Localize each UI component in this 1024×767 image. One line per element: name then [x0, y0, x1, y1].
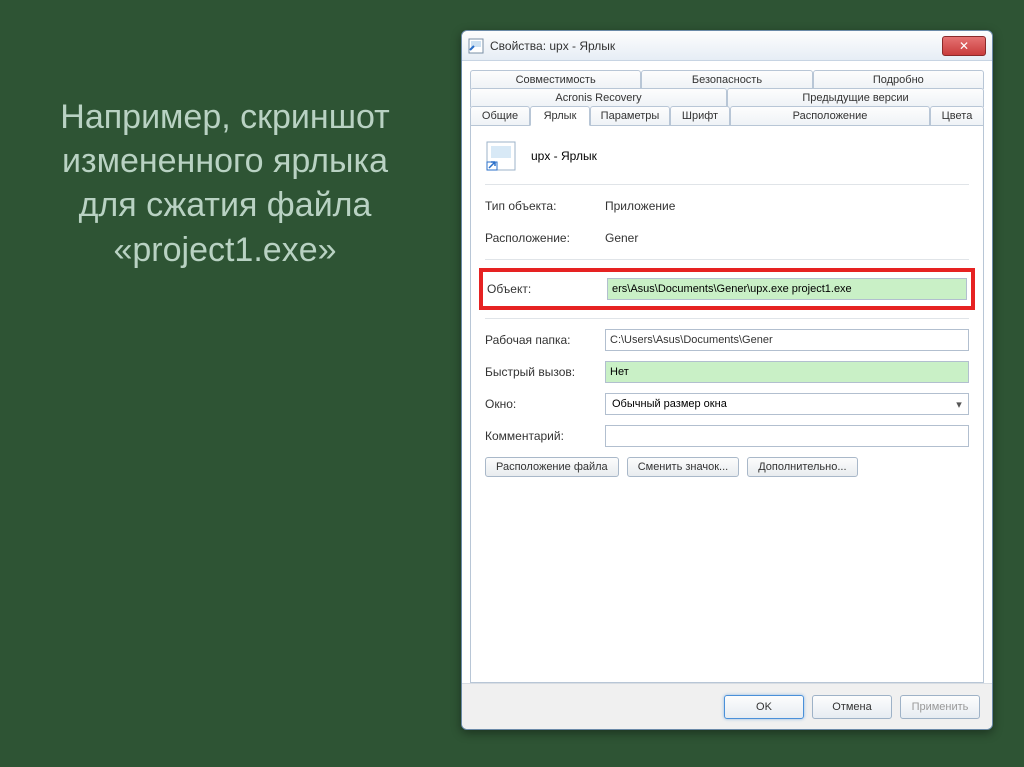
divider: [485, 259, 969, 260]
divider: [485, 184, 969, 185]
comment-label: Комментарий:: [485, 429, 605, 443]
tab-layout[interactable]: Расположение: [730, 106, 930, 126]
tab-details[interactable]: Подробно: [813, 70, 984, 89]
tab-compatibility[interactable]: Совместимость: [470, 70, 641, 89]
window-select-value: Обычный размер окна: [612, 398, 727, 410]
chevron-down-icon: ▾: [954, 399, 964, 409]
apply-button[interactable]: Применить: [900, 695, 980, 719]
dialog-footer: OK Отмена Применить: [462, 683, 992, 729]
hotkey-input[interactable]: [605, 361, 969, 383]
cancel-button[interactable]: Отмена: [812, 695, 892, 719]
slide-caption: Например, скриншот измененного ярлыка дл…: [40, 95, 410, 272]
advanced-button[interactable]: Дополнительно...: [747, 457, 857, 477]
type-value: Приложение: [605, 199, 969, 213]
shortcut-panel: upx - Ярлык Тип объекта: Приложение Расп…: [470, 125, 984, 683]
row-comment: Комментарий:: [485, 425, 969, 447]
properties-dialog: Свойства: upx - Ярлык ✕ Совместимость Бе…: [461, 30, 993, 730]
row-type: Тип объекта: Приложение: [485, 195, 969, 217]
tab-options[interactable]: Параметры: [590, 106, 670, 126]
shortcut-name: upx - Ярлык: [531, 149, 597, 163]
tab-security[interactable]: Безопасность: [641, 70, 812, 89]
tab-acronis[interactable]: Acronis Recovery: [470, 88, 727, 107]
open-location-button[interactable]: Расположение файла: [485, 457, 619, 477]
workdir-input[interactable]: [605, 329, 969, 351]
tab-row-1: Совместимость Безопасность Подробно: [470, 69, 984, 87]
tab-colors[interactable]: Цвета: [930, 106, 984, 126]
header-row: upx - Ярлык: [485, 140, 969, 172]
ok-button[interactable]: OK: [724, 695, 804, 719]
window-select[interactable]: Обычный размер окна ▾: [605, 393, 969, 415]
comment-input[interactable]: [605, 425, 969, 447]
location-label: Расположение:: [485, 231, 605, 245]
close-button[interactable]: ✕: [942, 36, 986, 56]
titlebar[interactable]: Свойства: upx - Ярлык ✕: [462, 31, 992, 61]
shortcut-icon: [485, 140, 517, 172]
divider: [485, 318, 969, 319]
tabs-area: Совместимость Безопасность Подробно Acro…: [462, 61, 992, 125]
tab-row-2: Acronis Recovery Предыдущие версии: [470, 87, 984, 105]
row-target: Объект:: [487, 278, 967, 300]
row-hotkey: Быстрый вызов:: [485, 361, 969, 383]
tab-shortcut[interactable]: Ярлык: [530, 106, 590, 126]
window-label: Окно:: [485, 397, 605, 411]
target-label: Объект:: [487, 282, 607, 296]
location-value: Gener: [605, 231, 969, 245]
window-icon: [468, 38, 484, 54]
tab-general[interactable]: Общие: [470, 106, 530, 126]
window-title: Свойства: upx - Ярлык: [490, 39, 942, 53]
tab-row-3: Общие Ярлык Параметры Шрифт Расположение…: [470, 105, 984, 125]
change-icon-button[interactable]: Сменить значок...: [627, 457, 740, 477]
hotkey-label: Быстрый вызов:: [485, 365, 605, 379]
row-workdir: Рабочая папка:: [485, 329, 969, 351]
tab-previous-versions[interactable]: Предыдущие версии: [727, 88, 984, 107]
row-window: Окно: Обычный размер окна ▾: [485, 393, 969, 415]
type-label: Тип объекта:: [485, 199, 605, 213]
close-icon: ✕: [959, 39, 969, 53]
target-input[interactable]: [607, 278, 967, 300]
action-buttons: Расположение файла Сменить значок... Доп…: [485, 457, 969, 477]
row-location: Расположение: Gener: [485, 227, 969, 249]
workdir-label: Рабочая папка:: [485, 333, 605, 347]
tab-font[interactable]: Шрифт: [670, 106, 730, 126]
target-highlight: Объект:: [479, 268, 975, 310]
